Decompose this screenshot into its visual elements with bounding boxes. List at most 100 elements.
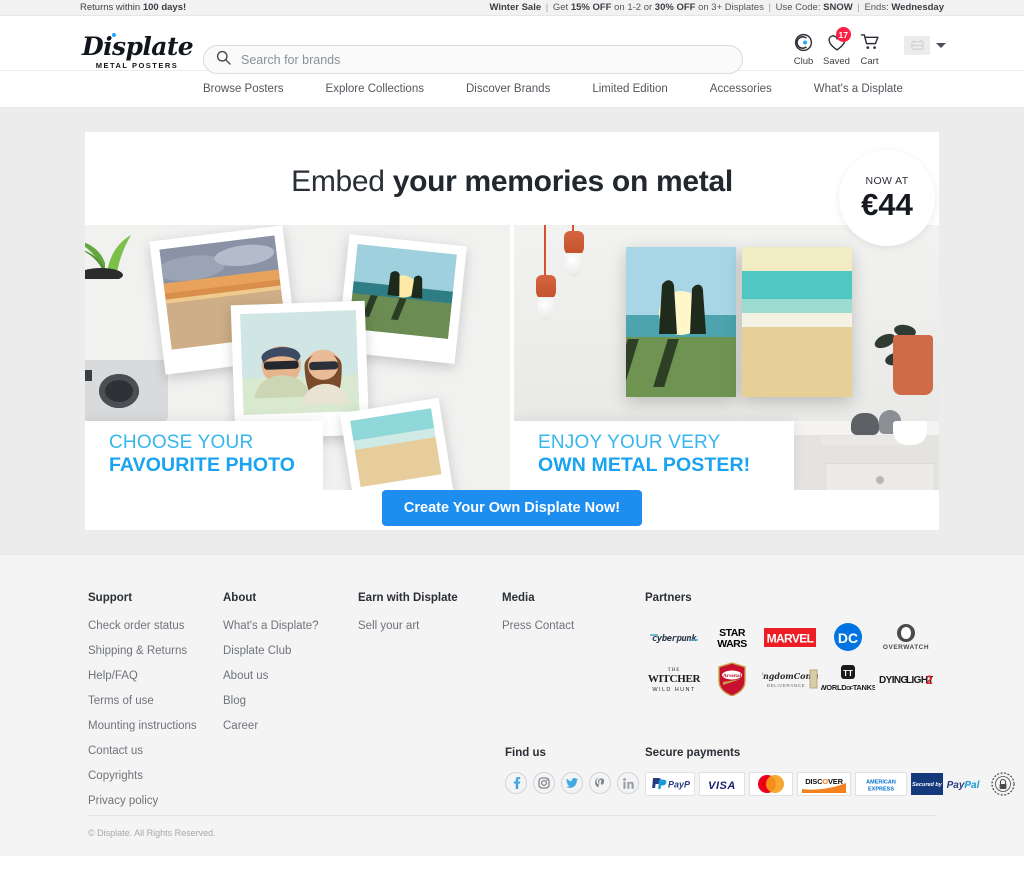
footer-column-title: Earn with Displate bbox=[358, 592, 458, 604]
header-action-cart-label: Cart bbox=[860, 56, 879, 67]
logo-text: Displate bbox=[82, 32, 194, 61]
nav-item-limited-edition[interactable]: Limited Edition bbox=[592, 83, 667, 95]
saved-count-badge: 17 bbox=[835, 27, 851, 42]
returns-promo-days: 100 days! bbox=[142, 2, 187, 13]
search-icon bbox=[216, 50, 231, 70]
footer-link-shipping-returns[interactable]: Shipping & Returns bbox=[88, 645, 223, 657]
right-overlay-line1: ENJOY YOUR VERY bbox=[538, 432, 721, 453]
promo-text-run: | bbox=[854, 2, 863, 13]
footer-link-help-faq[interactable]: Help/FAQ bbox=[88, 670, 223, 682]
banner-headline-light: Embed bbox=[291, 165, 393, 198]
footer-link-privacy-policy[interactable]: Privacy policy bbox=[88, 795, 223, 807]
main-content: Embed your memories on metal CHOOSE YOUR… bbox=[0, 108, 1024, 554]
promo-text-run: 30% OFF bbox=[654, 2, 696, 13]
winter-sale-promo: Winter Sale | Get 15% OFF on 1-2 or 30% … bbox=[489, 2, 944, 13]
partners-title: Partners bbox=[645, 592, 692, 604]
instagram-icon[interactable] bbox=[533, 772, 555, 794]
left-overlay-card: CHOOSE YOUR FAVOURITE PHOTO bbox=[85, 421, 323, 490]
nav-item-what-s-a-displate[interactable]: What's a Displate bbox=[814, 83, 903, 95]
partner-logo-dyinglight[interactable]: DYING LIGHT 2 bbox=[877, 658, 935, 700]
create-your-own-displate-button[interactable]: Create Your Own Displate Now! bbox=[381, 490, 643, 526]
twitter-icon[interactable] bbox=[561, 772, 583, 794]
svg-text:DYING: DYING bbox=[879, 675, 908, 686]
dresser-drawer-right bbox=[825, 463, 935, 490]
returns-promo-prefix: Returns within bbox=[80, 2, 143, 13]
logo-dot-icon bbox=[112, 33, 116, 37]
footer-link-blog[interactable]: Blog bbox=[223, 695, 358, 707]
footer-link-terms-of-use[interactable]: Terms of use bbox=[88, 695, 223, 707]
copyright-text: © Displate. All Rights Reserved. bbox=[88, 828, 216, 838]
footer-link-press-contact[interactable]: Press Contact bbox=[502, 620, 646, 632]
footer-link-displate-club[interactable]: Displate Club bbox=[223, 645, 358, 657]
left-overlay-line2: FAVOURITE PHOTO bbox=[109, 454, 296, 476]
cart-icon bbox=[860, 32, 880, 53]
club-icon bbox=[794, 32, 813, 53]
footer-divider bbox=[88, 815, 936, 816]
language-selector[interactable] bbox=[904, 36, 946, 55]
footer-column-title: Support bbox=[88, 592, 133, 604]
facebook-icon[interactable] bbox=[505, 772, 527, 794]
footer-link-copyrights[interactable]: Copyrights bbox=[88, 770, 223, 782]
partner-logo-marvel[interactable]: MARVEL bbox=[761, 616, 819, 658]
footer-link-what-s-a-displate[interactable]: What's a Displate? bbox=[223, 620, 358, 632]
footer-link-contact-us[interactable]: Contact us bbox=[88, 745, 223, 757]
books-decoration-icon bbox=[821, 436, 905, 445]
logo-wordmark: Displate bbox=[82, 32, 194, 61]
pinterest-icon[interactable] bbox=[589, 772, 611, 794]
footer-column-about: About What's a Displate? Displate Club Abou… bbox=[223, 592, 358, 820]
svg-text:Secured by: Secured by bbox=[912, 782, 943, 788]
payment-methods: PayPalVISADISCOVERAMERICANEXPRESSSecured… bbox=[645, 772, 1019, 796]
svg-text:AMERICAN: AMERICAN bbox=[866, 779, 896, 785]
promo-text-run: Get bbox=[552, 2, 571, 13]
footer-link-check-order-status[interactable]: Check order status bbox=[88, 620, 223, 632]
heart-icon: 17 bbox=[827, 27, 851, 53]
header-action-saved-label: Saved bbox=[823, 56, 850, 67]
partner-logo-kingdomcome[interactable]: KingdomComeDELIVERANCE bbox=[761, 658, 819, 700]
partner-logo-arsenal[interactable]: Arsenal bbox=[703, 658, 761, 700]
header-action-saved[interactable]: 17 Saved bbox=[820, 27, 853, 67]
svg-text:WARS: WARS bbox=[717, 638, 747, 650]
footer-column-support: Support Check order status Shipping & Retu… bbox=[88, 592, 223, 820]
header-actions: Club 17 Saved Cart bbox=[787, 27, 946, 67]
linkedin-icon[interactable] bbox=[617, 772, 639, 794]
header-action-cart[interactable]: Cart bbox=[853, 32, 886, 67]
promo-text-run: on 1-2 or bbox=[611, 2, 655, 13]
search-input[interactable] bbox=[241, 52, 730, 67]
footer-link-career[interactable]: Career bbox=[223, 720, 358, 732]
footer-column-title: Media bbox=[502, 592, 535, 604]
svg-text:OVERWATCH: OVERWATCH bbox=[883, 644, 929, 651]
displate-logo[interactable]: Displate METAL POSTERS bbox=[82, 32, 194, 70]
header-action-club-label: Club bbox=[793, 56, 814, 67]
partner-logo-starwars[interactable]: STAR WARS bbox=[703, 616, 761, 658]
nav-item-discover-brands[interactable]: Discover Brands bbox=[466, 83, 550, 95]
banner-image-room[interactable]: ENJOY YOUR VERY OWN METAL POSTER! bbox=[514, 225, 939, 490]
promo-text-run: Winter Sale bbox=[489, 2, 542, 13]
header-action-club[interactable]: Club bbox=[787, 32, 820, 67]
promo-text-run: SNOW bbox=[823, 2, 853, 13]
polaroid-photo-beach bbox=[339, 397, 455, 490]
footer-link-mounting-instructions[interactable]: Mounting instructions bbox=[88, 720, 223, 732]
payment-securedpaypal: Secured by PayPal bbox=[911, 772, 983, 796]
promo-text-run: Wednesday bbox=[891, 2, 944, 13]
partner-logo-witcher[interactable]: THE WITCHER WILD HUNT bbox=[645, 658, 703, 700]
nav-item-browse-posters[interactable]: Browse Posters bbox=[203, 83, 284, 95]
svg-text:DELIVERANCE: DELIVERANCE bbox=[767, 683, 805, 688]
partner-logo-cyberpunk[interactable]: cyberpunk bbox=[645, 616, 703, 658]
partner-logo-worldoftanks[interactable]: TT WORLDOFTANKS bbox=[819, 658, 877, 700]
nav-item-explore-collections[interactable]: Explore Collections bbox=[326, 83, 424, 95]
partner-logo-overwatch[interactable]: OVERWATCH bbox=[877, 616, 935, 658]
promo-bar: Returns within 100 days! Winter Sale | G… bbox=[0, 0, 1024, 16]
partner-logo-dc[interactable]: DC bbox=[819, 616, 877, 658]
payment-seal bbox=[987, 772, 1019, 796]
banner-image-photos[interactable]: CHOOSE YOUR FAVOURITE PHOTO bbox=[85, 225, 510, 490]
footer-link-about-us[interactable]: About us bbox=[223, 670, 358, 682]
svg-text:DISCOVER: DISCOVER bbox=[805, 777, 843, 786]
metal-poster-couple bbox=[626, 247, 736, 397]
footer-link-sell-your-art[interactable]: Sell your art bbox=[358, 620, 502, 632]
banner-headline: Embed your memories on metal bbox=[85, 132, 939, 199]
right-overlay-line2: OWN METAL POSTER! bbox=[538, 454, 751, 476]
nav-item-accessories[interactable]: Accessories bbox=[710, 83, 772, 95]
svg-text:PayPal: PayPal bbox=[668, 780, 690, 790]
search-box[interactable] bbox=[203, 45, 743, 74]
secure-payments-title: Secure payments bbox=[645, 747, 741, 759]
